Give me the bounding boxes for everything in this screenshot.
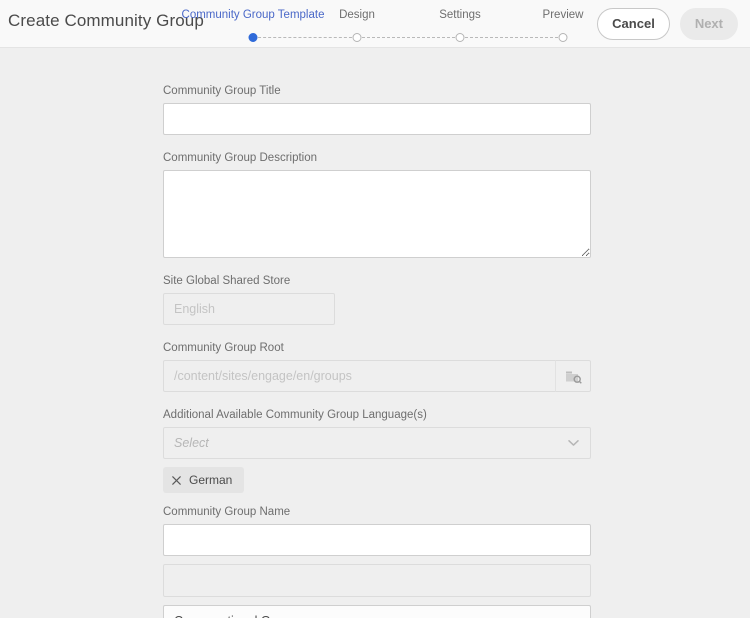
community-group-root-picker [163,360,591,392]
header-actions: Cancel Next [597,8,738,40]
stepper-dot-settings[interactable] [455,33,465,42]
stepper-connector-3 [460,37,563,38]
stepper-dot-community-group-template[interactable] [248,33,258,42]
label-additional-languages: Additional Available Community Group Lan… [163,409,427,421]
stepper-label-design[interactable]: Design [339,8,375,22]
app-header: Create Community Group Community Group T… [0,0,750,48]
field-community-group-root: Community Group Root [163,341,591,392]
cancel-button[interactable]: Cancel [597,8,670,40]
create-community-group-form: Community Group Title Community Group De… [163,84,591,618]
label-site-global-shared-store: Site Global Shared Store [163,275,291,287]
stepper-label-preview[interactable]: Preview [543,8,584,22]
label-community-group-description: Community Group Description [163,152,318,164]
language-chip-german: German [163,467,245,493]
wizard-stepper: Community Group Template Design Settings… [182,8,584,48]
stepper-track [186,29,568,47]
next-button: Next [679,8,738,40]
chevron-down-icon [568,440,579,447]
field-community-group-description: Community Group Description [163,151,591,258]
stepper-connector-2 [357,37,460,38]
close-icon[interactable] [172,475,181,485]
stepper-connector-1 [253,37,357,38]
blank-readonly-field [163,564,591,597]
label-community-group-title: Community Group Title [163,85,281,97]
community-group-type-value: Conversational Group [174,614,296,618]
page-title: Create Community Group [8,11,204,30]
selected-languages-chips: German [163,467,591,493]
form-content: Community Group Title Community Group De… [0,48,750,618]
community-group-description-textarea[interactable] [163,170,591,258]
label-community-group-name: Community Group Name [163,506,291,518]
community-group-name-input[interactable] [163,524,591,556]
community-group-title-input[interactable] [163,103,591,135]
language-chip-label: German [189,473,233,487]
folder-search-icon[interactable] [555,360,591,392]
field-community-group-title: Community Group Title [163,84,591,135]
stepper-label-settings[interactable]: Settings [439,8,481,22]
community-group-root-input [163,360,555,392]
field-site-global-shared-store: Site Global Shared Store [163,274,591,325]
community-group-type-select[interactable]: Conversational Group [163,605,591,618]
site-global-shared-store-input [163,293,335,325]
stepper-labels: Community Group Template Design Settings… [182,8,584,24]
stepper-label-community-group-template[interactable]: Community Group Template [182,8,325,22]
additional-languages-placeholder: Select [174,436,209,450]
additional-languages-select[interactable]: Select [163,427,591,459]
stepper-dot-preview[interactable] [558,33,568,42]
label-community-group-root: Community Group Root [163,342,284,354]
field-additional-languages: Additional Available Community Group Lan… [163,408,591,459]
field-community-group-name: Community Group Name [163,505,591,556]
stepper-dot-design[interactable] [352,33,362,42]
